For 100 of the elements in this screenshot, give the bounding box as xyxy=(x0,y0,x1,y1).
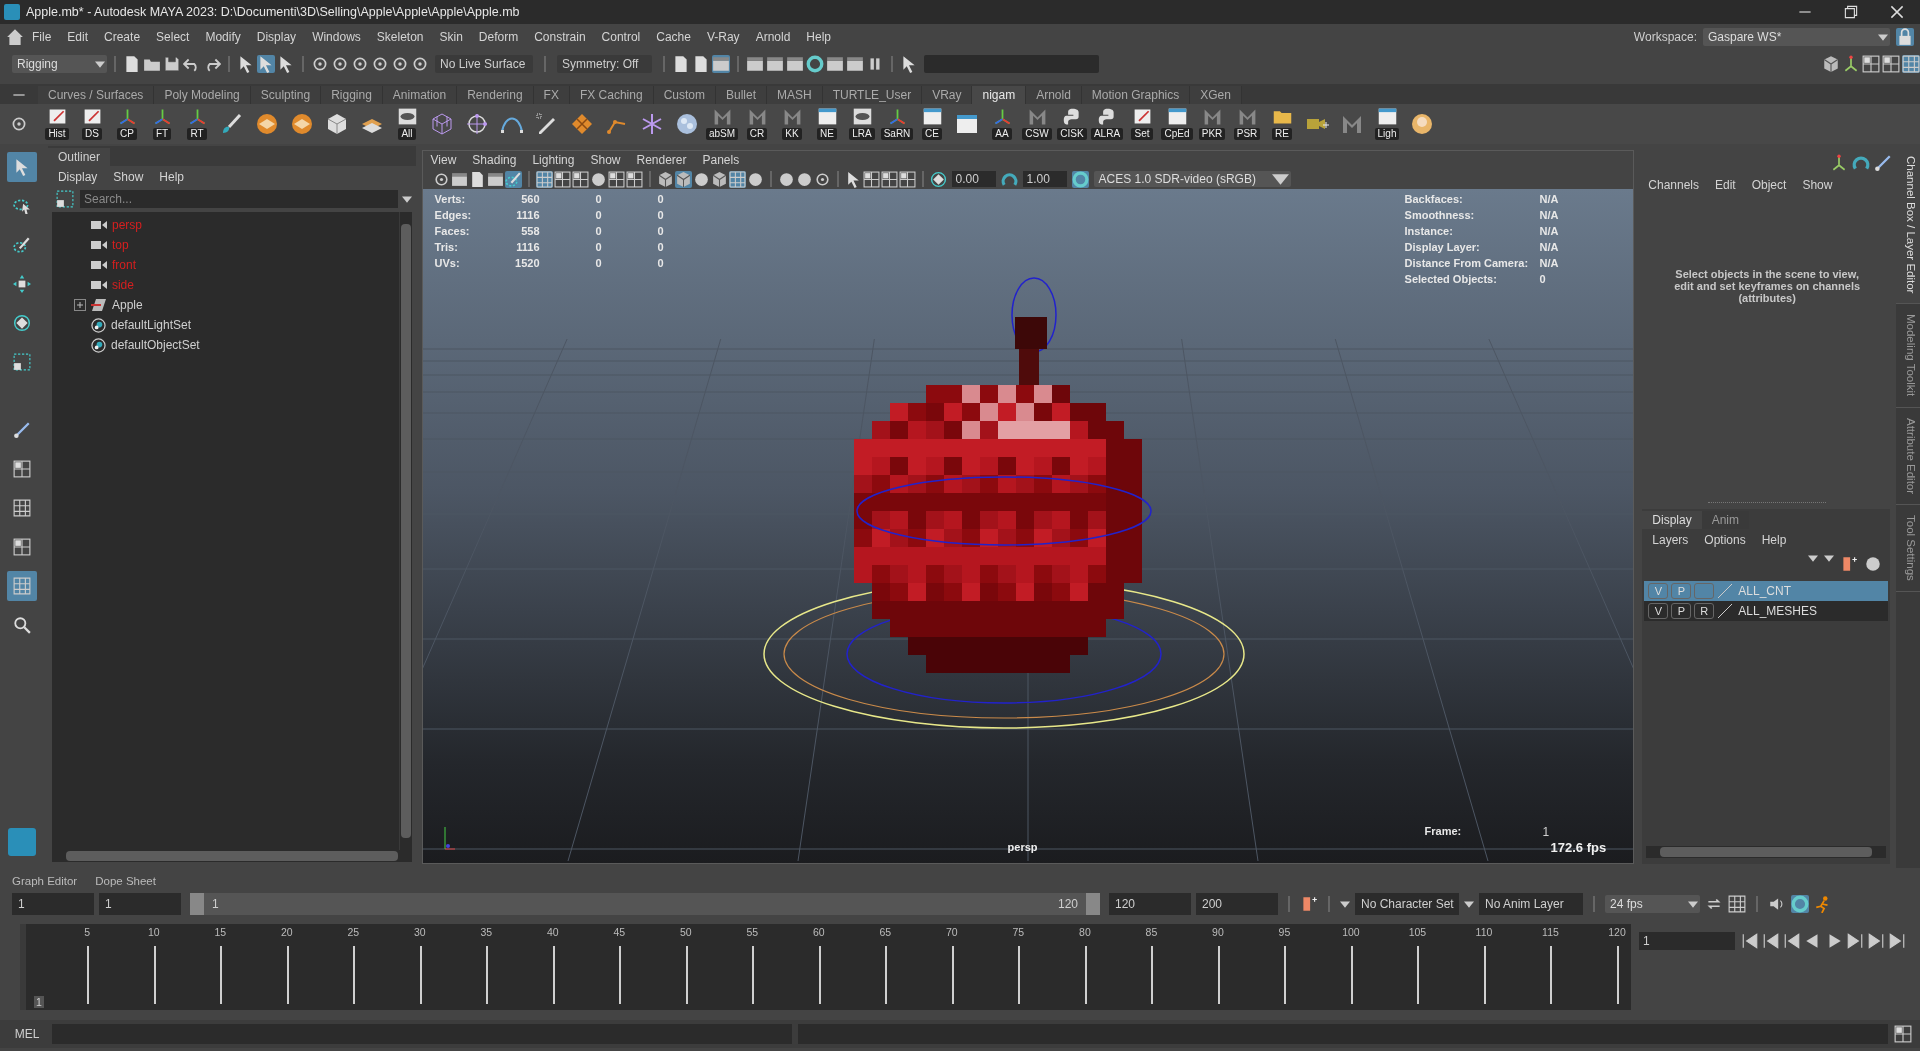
step-back-key-icon[interactable] xyxy=(1762,932,1780,950)
dropdown-arrow-icon[interactable] xyxy=(1464,900,1474,908)
layer-color-swatch[interactable] xyxy=(1717,603,1734,619)
shelf-button[interactable]: AA xyxy=(986,106,1018,142)
paint-select-icon[interactable] xyxy=(12,236,31,254)
gamma-field[interactable]: 1.00 xyxy=(1022,171,1067,187)
menu-item[interactable]: File xyxy=(24,30,60,44)
home-icon[interactable] xyxy=(6,28,24,46)
scale-icon[interactable] xyxy=(12,353,31,371)
menu-item[interactable]: Constrain xyxy=(526,30,594,44)
shelf-tab[interactable]: Sculpting xyxy=(250,86,322,104)
wireframe-icon[interactable] xyxy=(656,170,674,188)
new-layer-icon[interactable] xyxy=(1840,555,1859,573)
vertical-scrollbar[interactable] xyxy=(398,212,412,850)
shelf-button[interactable]: CP xyxy=(111,106,143,142)
shelf-button[interactable]: FT xyxy=(146,106,178,142)
window-icon[interactable] xyxy=(955,112,979,136)
pencil-icon[interactable] xyxy=(504,170,522,188)
dots-icon[interactable] xyxy=(465,112,489,136)
ball-icon[interactable] xyxy=(675,112,699,136)
menu-item[interactable]: Skin xyxy=(431,30,471,44)
step-forward-icon[interactable] xyxy=(1846,932,1864,950)
shelf-button[interactable]: Ligh xyxy=(1371,106,1403,142)
step-icon[interactable] xyxy=(1728,895,1746,913)
shelf-button[interactable]: LRA xyxy=(846,106,878,142)
menu-item[interactable]: Display xyxy=(248,30,305,44)
quick-select-field[interactable] xyxy=(924,55,1099,73)
shelf-button[interactable]: Hist xyxy=(41,106,73,142)
shelf-tab[interactable]: MASH xyxy=(767,86,823,104)
layer-editor-tab[interactable]: Display xyxy=(1642,511,1702,529)
close-icon[interactable] xyxy=(1888,3,1906,21)
menu-item[interactable]: Show xyxy=(1794,178,1841,192)
shelf-button[interactable]: CISK xyxy=(1056,106,1088,142)
select-camera-icon[interactable] xyxy=(432,170,450,188)
menu-item[interactable]: Lighting xyxy=(524,153,583,167)
lights-icon[interactable] xyxy=(746,170,764,188)
outliner-item[interactable]: Apple xyxy=(111,298,143,312)
menu-item[interactable]: Windows xyxy=(304,30,369,44)
menu-item[interactable]: Shading xyxy=(464,153,525,167)
motion-blur-icon[interactable] xyxy=(813,170,831,188)
menu-item[interactable]: Show xyxy=(582,153,629,167)
character-set-field[interactable]: No Character Set xyxy=(1355,893,1459,915)
gamma-icon[interactable] xyxy=(1000,170,1018,188)
shelf-tab[interactable]: Custom xyxy=(653,86,716,104)
menu-item[interactable]: Object xyxy=(1743,178,1795,192)
avatar-icon[interactable] xyxy=(1410,112,1434,136)
horizontal-scrollbar[interactable] xyxy=(1646,846,1887,858)
expand-icon[interactable] xyxy=(73,299,86,311)
settings-icon[interactable] xyxy=(10,115,28,133)
editor-tab[interactable]: Graph Editor xyxy=(6,875,84,887)
shelf-tab[interactable]: Motion Graphics xyxy=(1081,86,1191,104)
modeling-toolkit-icon[interactable] xyxy=(1822,55,1840,73)
menu-item[interactable]: Renderer xyxy=(628,153,695,167)
menu-item[interactable]: V-Ray xyxy=(698,30,748,44)
auto-key-icon[interactable] xyxy=(1300,895,1318,913)
menu-item[interactable]: Select xyxy=(148,30,198,44)
shelf-button[interactable]: CSW xyxy=(1021,106,1053,142)
start-frame-field[interactable]: 1 xyxy=(12,893,94,915)
time-slider[interactable]: 5 10 15 20 25 30 35 40 45 50 55 60 65 70 75 80 85 90 95 100 105 110 115 120 1 xyxy=(20,924,1631,1010)
script-language-label[interactable]: MEL xyxy=(8,1027,46,1041)
window-icon[interactable] xyxy=(1376,106,1398,127)
panel-tab[interactable]: Outliner xyxy=(47,148,110,166)
disc-icon[interactable] xyxy=(290,112,314,136)
shelf-button[interactable]: DS xyxy=(76,106,108,142)
shelf-tab[interactable]: Rendering xyxy=(457,86,534,104)
maximize-icon[interactable] xyxy=(1842,3,1860,21)
outliner-item[interactable]: defaultObjectSet xyxy=(110,338,200,352)
menu-item[interactable]: Options xyxy=(1696,533,1754,547)
shelf-button[interactable]: PSR xyxy=(1231,106,1263,142)
side-tab[interactable]: Attribute Editor xyxy=(1896,407,1920,505)
playback-start-field[interactable]: 1 xyxy=(99,893,181,915)
horizontal-scrollbar[interactable] xyxy=(51,850,412,862)
menu-item[interactable]: Help xyxy=(151,170,193,184)
shelf-tab[interactable]: Arnold xyxy=(1026,86,1082,104)
shelf-tab[interactable]: VRay xyxy=(922,86,973,104)
wireframe-on-shaded-icon[interactable] xyxy=(710,170,728,188)
menu-item[interactable]: Layers xyxy=(1644,533,1697,547)
shelf-button[interactable]: RT xyxy=(181,106,213,142)
layer-toggle[interactable]: P xyxy=(1671,603,1692,619)
step-back-icon[interactable] xyxy=(1783,932,1801,950)
arc-icon[interactable] xyxy=(1852,154,1871,172)
current-frame-field[interactable]: 1 xyxy=(1639,932,1735,950)
wirecube-icon[interactable] xyxy=(430,112,454,136)
menu-item[interactable]: Show xyxy=(105,170,152,184)
tool-settings-icon[interactable] xyxy=(1882,55,1900,73)
hypershade-icon[interactable] xyxy=(806,55,824,73)
shelf-tab[interactable]: FX xyxy=(533,86,570,104)
shelf-button[interactable]: PKR xyxy=(1196,106,1228,142)
dropdown-arrow-icon[interactable] xyxy=(401,195,412,203)
shelf-button[interactable]: abSM xyxy=(706,106,738,142)
menu-item[interactable]: Deform xyxy=(470,30,527,44)
eye-icon[interactable] xyxy=(851,106,873,127)
menu-item[interactable]: Edit xyxy=(59,30,97,44)
menu-item[interactable]: Panels xyxy=(694,153,748,167)
search-field[interactable]: Search... xyxy=(79,190,398,208)
shelf-tab[interactable]: nigam xyxy=(972,86,1027,104)
diamond-icon[interactable] xyxy=(570,112,594,136)
shelf-tab[interactable]: Bullet xyxy=(715,86,767,104)
range-slider[interactable]: 1 120 xyxy=(190,893,1100,915)
rotate-icon[interactable] xyxy=(12,314,31,332)
